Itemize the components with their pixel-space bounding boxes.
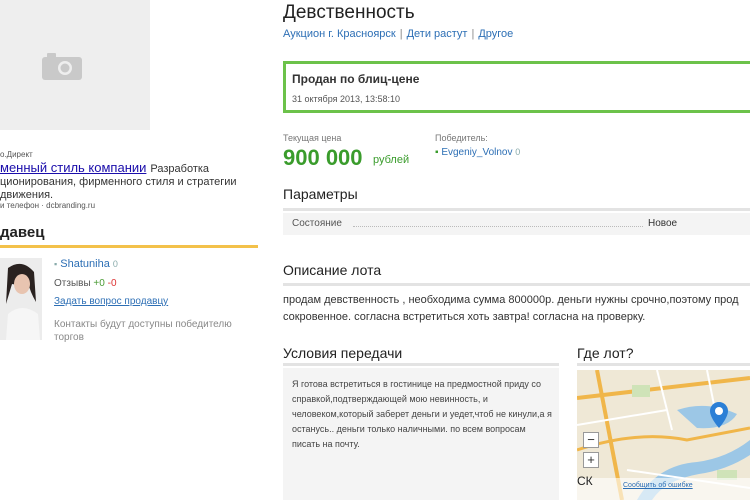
winner-label: Победитель: bbox=[435, 133, 488, 143]
breadcrumb-item-kids[interactable]: Дети растут bbox=[407, 28, 468, 40]
seller-heading: давец bbox=[0, 224, 45, 241]
param-key: Состояние bbox=[292, 218, 342, 229]
terms-text: Я готова встретиться в гостинице на пред… bbox=[292, 379, 552, 449]
price-label: Текущая цена bbox=[283, 133, 342, 143]
price-unit: рублей bbox=[373, 154, 410, 166]
camera-icon bbox=[42, 53, 82, 80]
user-dot-icon: ▪ bbox=[435, 147, 439, 158]
reviews-label: Отзывы bbox=[54, 278, 91, 289]
ask-seller-link[interactable]: Задать вопрос продавцу bbox=[54, 296, 168, 307]
map-zoom-in-button[interactable]: + bbox=[583, 452, 599, 468]
ad-contact[interactable]: и телефон · dcbranding.ru bbox=[0, 201, 95, 210]
map-label: СК bbox=[577, 474, 593, 488]
winner-line: ▪ Evgeniy_Volnov 0 bbox=[435, 147, 520, 158]
seller-avatar[interactable] bbox=[0, 258, 42, 340]
page-title: Девственность bbox=[283, 2, 415, 23]
location-divider bbox=[577, 363, 750, 366]
contacts-note: Контакты будут доступны победителю торго… bbox=[54, 319, 232, 343]
param-value: Новое bbox=[648, 218, 678, 229]
seller-points: 0 bbox=[112, 259, 118, 269]
seller-name-link[interactable]: Shatuniha bbox=[60, 258, 110, 270]
params-heading: Параметры bbox=[283, 186, 358, 202]
sold-date: 31 октября 2013, 13:58:10 bbox=[292, 94, 401, 104]
map-zoom-out-button[interactable]: − bbox=[583, 432, 599, 448]
terms-heading: Условия передачи bbox=[283, 345, 403, 361]
location-heading: Где лот? bbox=[577, 345, 634, 361]
description-line: продам девственность , необходима сумма … bbox=[283, 294, 739, 306]
ad-title-link[interactable]: менный стиль компании bbox=[0, 160, 146, 175]
description-heading: Описание лота bbox=[283, 262, 382, 278]
user-dot-icon: ▪ bbox=[54, 259, 58, 269]
terms-divider bbox=[283, 363, 559, 366]
description-text: продам девственность , необходима сумма … bbox=[283, 292, 750, 326]
description-divider bbox=[283, 283, 750, 286]
seller-reviews: Отзывы +0 -0 bbox=[54, 278, 117, 289]
params-divider bbox=[283, 208, 750, 211]
seller-name-line: ▪ Shatuniha 0 bbox=[54, 258, 118, 270]
avatar-image bbox=[0, 258, 42, 340]
seller-divider bbox=[0, 245, 258, 248]
sold-status-title: Продан по блиц-цене bbox=[292, 72, 420, 86]
lot-photo-placeholder[interactable] bbox=[0, 0, 150, 130]
map-pin-icon[interactable] bbox=[710, 402, 728, 428]
sold-status-box bbox=[283, 61, 750, 113]
map-report-error-link[interactable]: Сообщить об ошибке bbox=[623, 482, 693, 489]
ad-source: о.Директ bbox=[0, 150, 33, 159]
reviews-positive[interactable]: +0 bbox=[93, 278, 104, 289]
breadcrumb: Аукцион г. Красноярск | Дети растут | Другое bbox=[283, 28, 513, 40]
winner-points: 0 bbox=[515, 147, 521, 157]
breadcrumb-separator: | bbox=[399, 28, 403, 40]
param-dots bbox=[353, 226, 643, 227]
ad-block: менный стиль компании Разработка циониров… bbox=[0, 161, 250, 202]
breadcrumb-separator: | bbox=[471, 28, 475, 40]
param-row bbox=[283, 213, 750, 235]
reviews-negative[interactable]: -0 bbox=[108, 278, 117, 289]
breadcrumb-item-auction[interactable]: Аукцион г. Красноярск bbox=[283, 28, 396, 40]
description-line: сокровенное. согласна встретиться хоть з… bbox=[283, 311, 646, 323]
winner-name-link[interactable]: Evgeniy_Volnov bbox=[441, 147, 512, 158]
price-value: 900 000 bbox=[283, 145, 363, 170]
breadcrumb-item-other[interactable]: Другое bbox=[478, 28, 513, 40]
